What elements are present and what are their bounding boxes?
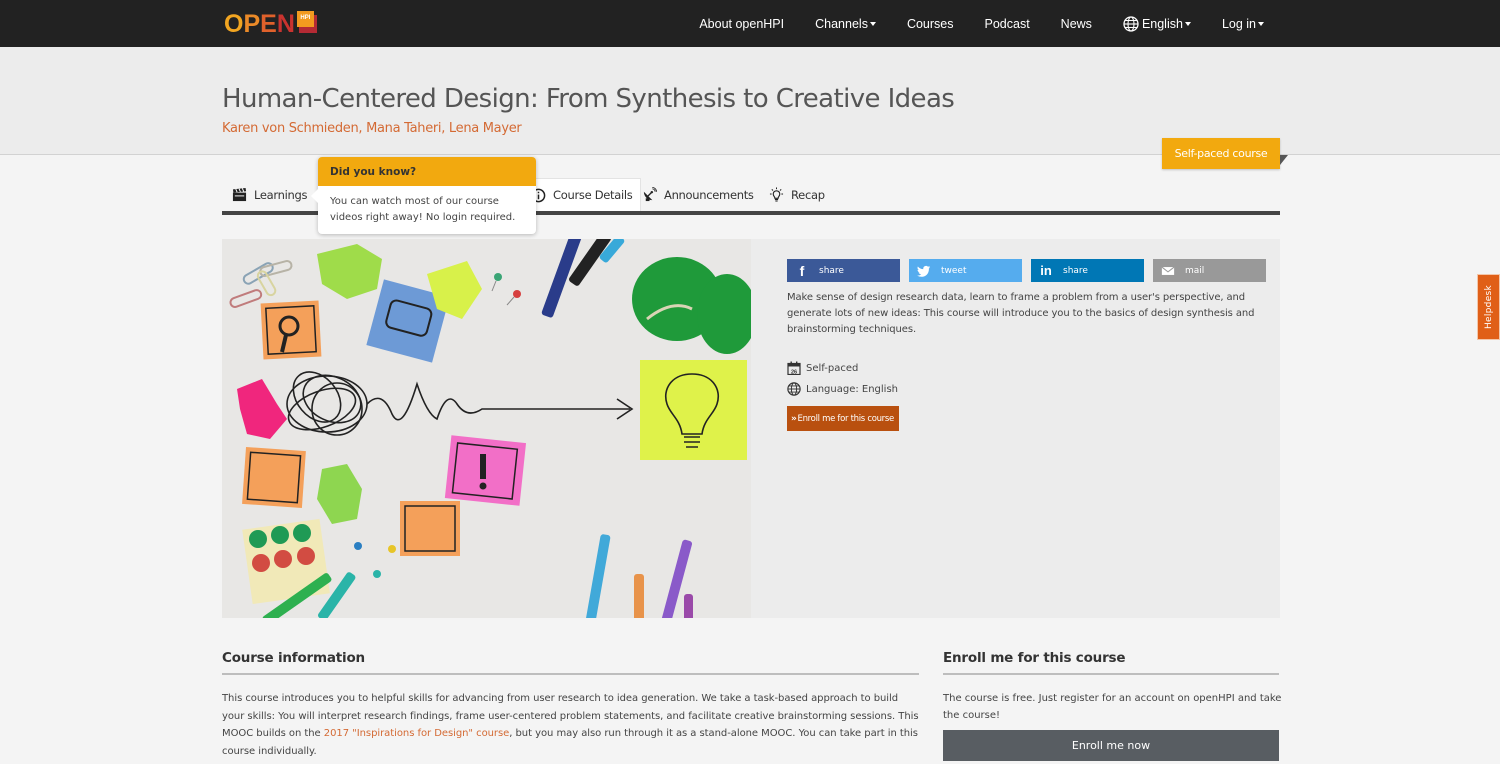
top-navigation-bar: OPEN HPI About openHPI Channels Courses … — [0, 0, 1500, 47]
svg-text:26: 26 — [791, 369, 797, 375]
nav-podcast[interactable]: Podcast — [985, 17, 1030, 31]
tab-announcements[interactable]: Announcements — [642, 178, 754, 211]
globe-icon — [1123, 15, 1139, 32]
tab-recap[interactable]: Recap — [769, 178, 825, 211]
caret-down-icon — [869, 22, 876, 26]
logo-hpi-badge: HPI — [296, 11, 317, 33]
nav-login-dropdown[interactable]: Log in — [1222, 17, 1264, 31]
nav-news[interactable]: News — [1061, 17, 1092, 31]
course-visual-image — [222, 239, 751, 618]
course-abstract: Make sense of design research data, lear… — [787, 292, 1255, 335]
twitter-tweet-button[interactable]: tweet — [909, 259, 1022, 282]
tab-course-details[interactable]: Course Details — [522, 178, 642, 211]
caret-down-icon — [1184, 22, 1191, 26]
inspirations-for-design-link[interactable]: 2017 "Inspirations for Design" course — [324, 728, 510, 739]
satellite-dish-icon — [643, 187, 657, 202]
nav-channels-dropdown[interactable]: Channels — [815, 17, 876, 31]
did-you-know-tooltip: Did you know? You can watch most of our … — [311, 157, 536, 234]
course-information-heading: Course information — [222, 650, 365, 666]
tooltip-body: You can watch most of our course videos … — [330, 196, 516, 223]
self-paced-ribbon: Self-paced course — [1162, 138, 1280, 169]
nav-courses[interactable]: Courses — [907, 17, 954, 31]
course-teachers[interactable]: Karen von Schmieden, Mana Taheri, Lena M… — [222, 121, 522, 136]
globe-icon — [787, 382, 801, 396]
double-chevron-right-icon: » — [791, 413, 797, 424]
email-share-button[interactable]: mail — [1153, 259, 1266, 282]
calendar-icon: 26 — [787, 361, 801, 375]
twitter-bird-icon — [917, 265, 931, 277]
enroll-section-text: The course is free. Just register for an… — [943, 693, 1282, 721]
social-share-buttons: f share tweet in share mail — [787, 259, 1275, 282]
tooltip-arrow — [311, 189, 318, 203]
openhpi-logo[interactable]: OPEN HPI — [224, 10, 317, 38]
course-language-info: Language: English — [787, 382, 898, 396]
tooltip-title: Did you know? — [318, 157, 536, 186]
enroll-section-heading: Enroll me for this course — [943, 650, 1126, 666]
envelope-icon — [1161, 266, 1175, 275]
lightbulb-icon — [769, 187, 784, 202]
course-title: Human-Centered Design: From Synthesis to… — [222, 84, 955, 114]
linkedin-share-button[interactable]: in share — [1031, 259, 1144, 282]
nav-language-dropdown[interactable]: English — [1123, 15, 1191, 32]
section-divider — [943, 673, 1279, 675]
linkedin-icon: in — [1040, 263, 1052, 278]
enroll-course-button[interactable]: » Enroll me for this course — [787, 406, 899, 431]
logo-wordmark: OPEN — [224, 10, 295, 38]
main-menu: About openHPI Channels Courses Podcast N… — [668, 0, 1264, 47]
course-visual-illustration — [222, 239, 751, 618]
facebook-icon: f — [799, 262, 805, 279]
tab-learnings[interactable]: Learnings — [232, 178, 308, 211]
caret-down-icon — [1258, 22, 1264, 26]
nav-about-openhpi[interactable]: About openHPI — [699, 17, 784, 31]
facebook-share-button[interactable]: f share — [787, 259, 900, 282]
helpdesk-tab[interactable]: Helpdesk — [1477, 274, 1500, 340]
ribbon-fold — [1280, 155, 1288, 165]
course-information-text: This course introduces you to helpful sk… — [222, 693, 919, 757]
section-divider — [222, 673, 919, 675]
course-pace-info: 26 Self-paced — [787, 361, 858, 375]
clapperboard-icon — [232, 187, 247, 202]
enroll-now-button[interactable]: Enroll me now — [943, 730, 1279, 761]
